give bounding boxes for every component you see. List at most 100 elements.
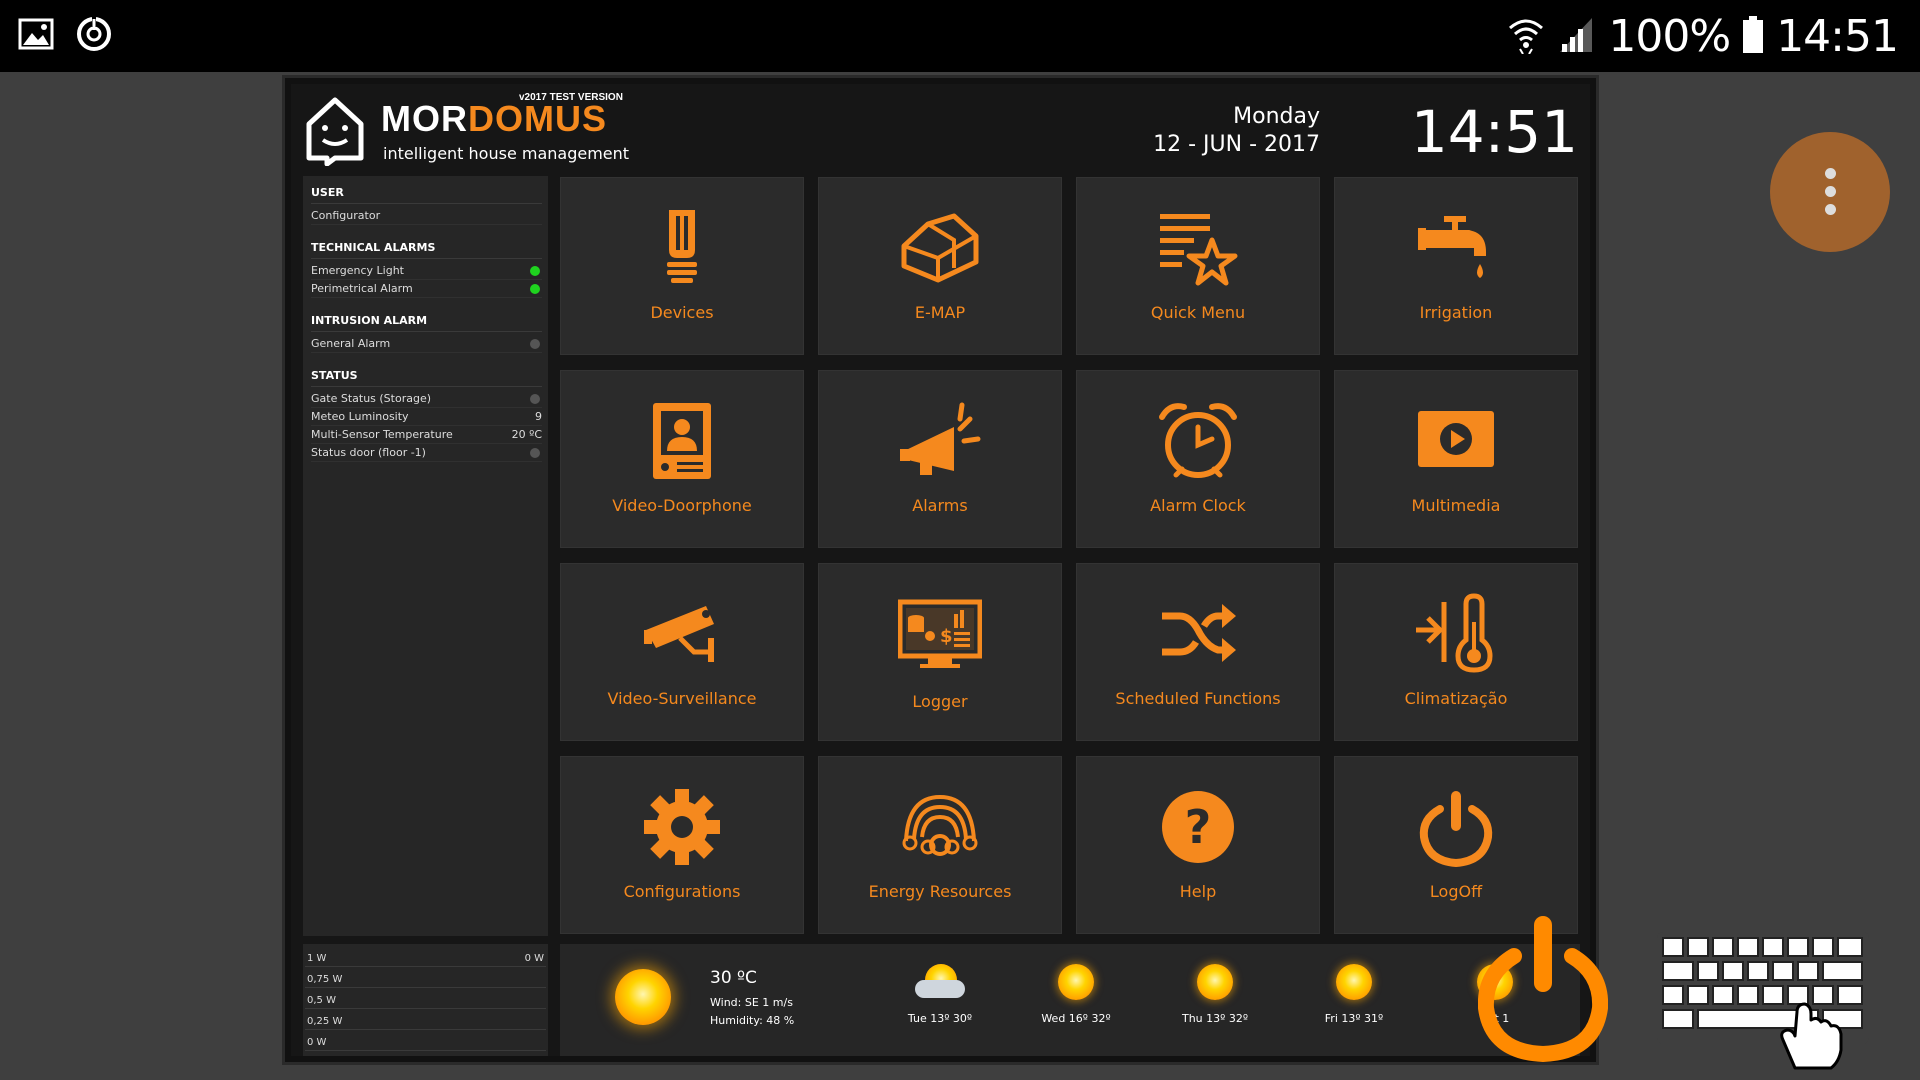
forecast-label: Thu 13º 32º — [1181, 1012, 1249, 1025]
tile-label: Quick Menu — [1150, 303, 1246, 322]
user-section: USER Configurator — [311, 186, 542, 225]
intrusion-alarm-section: INTRUSION ALARM General Alarm — [311, 314, 542, 353]
tile-alarm-clock[interactable]: Alarm Clock — [1076, 370, 1320, 548]
app-header: v2017 TEST VERSION MORDOMUS intelligent … — [291, 84, 1590, 172]
sync-icon — [74, 14, 114, 58]
forecast-day: Wed 16º 32º — [1031, 964, 1121, 1025]
logger-monitor-icon: $ — [898, 592, 982, 676]
app-tagline: intelligent house management — [383, 144, 630, 163]
forecast-label: Tue 13º 30º — [907, 1012, 973, 1025]
wifi-icon — [1508, 14, 1544, 58]
status-row[interactable]: Gate Status (Storage) — [311, 390, 542, 408]
user-name: Configurator — [311, 209, 381, 222]
gear-icon — [640, 785, 724, 869]
power-overlay-button[interactable] — [1477, 912, 1609, 1063]
sun-icon — [615, 969, 671, 1025]
tile-label: Help — [1179, 882, 1217, 901]
power-scale-label: 0 W — [307, 1037, 327, 1048]
humidity-info: Humidity: 48 % — [710, 1014, 795, 1027]
dot-icon — [1825, 186, 1836, 197]
keyboard-toggle-button[interactable] — [1655, 928, 1870, 1070]
power-scale-row: 1 W 0 W — [305, 946, 546, 967]
power-scale-row: 0,25 W — [305, 1009, 546, 1030]
tile-energy-resources[interactable]: Energy Resources — [818, 756, 1062, 934]
gallery-icon — [18, 18, 54, 54]
power-current-value: 0 W — [524, 953, 544, 964]
section-heading: USER — [311, 186, 542, 204]
forecast-label: Wed 16º 32º — [1041, 1012, 1111, 1025]
tile-climatizacao[interactable]: Climatização — [1334, 563, 1578, 741]
alarm-row[interactable]: Perimetrical Alarm — [311, 280, 542, 298]
house-map-icon — [898, 206, 982, 290]
status-indicator-green — [530, 283, 540, 294]
section-heading: TECHNICAL ALARMS — [311, 241, 542, 259]
more-options-button[interactable] — [1770, 132, 1890, 252]
forecast-day: Tue 13º 30º — [895, 964, 985, 1025]
tile-help[interactable]: ? Help — [1076, 756, 1320, 934]
tile-label: LogOff — [1429, 882, 1483, 901]
shuffle-icon — [1156, 592, 1240, 676]
power-icon — [1477, 916, 1609, 1063]
power-icon — [1414, 785, 1498, 869]
status-row[interactable]: Status door (floor -1) — [311, 444, 542, 462]
thermometer-icon — [1414, 592, 1498, 676]
android-status-bar: 100% 14:51 — [0, 0, 1920, 72]
alarm-row[interactable]: Emergency Light — [311, 262, 542, 280]
app-content: v2017 TEST VERSION MORDOMUS intelligent … — [291, 84, 1590, 1056]
alarm-row[interactable]: General Alarm — [311, 335, 542, 353]
power-scale-label: 0,25 W — [307, 1016, 343, 1027]
tile-irrigation[interactable]: Irrigation — [1334, 177, 1578, 355]
tile-video-surveillance[interactable]: Video-Surveillance — [560, 563, 804, 741]
main-menu-grid: Devices E-MAP Quick Menu Irrigation Vide… — [560, 177, 1580, 937]
keyboard-icon — [1657, 932, 1869, 1070]
sun-icon — [1336, 964, 1372, 1000]
tile-label: Video-Surveillance — [607, 689, 757, 708]
tile-devices[interactable]: Devices — [560, 177, 804, 355]
status-indicator-grey — [530, 393, 540, 404]
technical-alarms-section: TECHNICAL ALARMS Emergency Light Perimet… — [311, 241, 542, 298]
status-panel: USER Configurator TECHNICAL ALARMS Emerg… — [303, 176, 548, 936]
tile-quick-menu[interactable]: Quick Menu — [1076, 177, 1320, 355]
status-section: STATUS Gate Status (Storage) Meteo Lumin… — [311, 369, 542, 462]
status-row[interactable]: Multi-Sensor Temperature 20 ºC — [311, 426, 542, 444]
power-scale-label: 0,5 W — [307, 995, 336, 1006]
alarm-label: Perimetrical Alarm — [311, 282, 413, 295]
faucet-icon — [1414, 206, 1498, 290]
megaphone-icon — [898, 399, 982, 483]
status-label: Gate Status (Storage) — [311, 392, 432, 405]
tile-configurations[interactable]: Configurations — [560, 756, 804, 934]
wind-info: Wind: SE 1 m/s — [710, 996, 793, 1009]
tile-logoff[interactable]: LogOff — [1334, 756, 1578, 934]
tile-label: Irrigation — [1419, 303, 1493, 322]
dot-icon — [1825, 168, 1836, 179]
forecast-label: Fri 13º 31º — [1324, 1012, 1384, 1025]
battery-percent: 100% — [1608, 10, 1731, 62]
tile-logger[interactable]: $ Logger — [818, 563, 1062, 741]
forecast-day: Thu 13º 32º — [1170, 964, 1260, 1025]
status-value: 20 ºC — [511, 428, 542, 441]
tile-multimedia[interactable]: Multimedia — [1334, 370, 1578, 548]
status-row[interactable]: Meteo Luminosity 9 — [311, 408, 542, 426]
tile-label: Devices — [650, 303, 714, 322]
tile-label: Scheduled Functions — [1115, 689, 1281, 708]
svg-text:$: $ — [940, 626, 953, 647]
power-scale-row: 0,75 W — [305, 967, 546, 988]
tile-scheduled-functions[interactable]: Scheduled Functions — [1076, 563, 1320, 741]
forecast-day: Fri 13º 31º — [1309, 964, 1399, 1025]
date: 12 - JUN - 2017 — [1153, 132, 1320, 157]
tile-label: Multimedia — [1411, 496, 1501, 515]
tile-label: Alarms — [912, 496, 968, 515]
doorphone-icon — [640, 399, 724, 483]
energy-icon — [898, 785, 982, 869]
tile-alarms[interactable]: Alarms — [818, 370, 1062, 548]
tile-e-map[interactable]: E-MAP — [818, 177, 1062, 355]
alarm-label: General Alarm — [311, 337, 391, 350]
status-value: 9 — [535, 410, 542, 423]
signal-icon — [1556, 14, 1596, 58]
svg-text:?: ? — [1185, 800, 1212, 854]
status-time: 14:51 — [1776, 10, 1899, 62]
mordomus-window: v2017 TEST VERSION MORDOMUS intelligent … — [282, 75, 1599, 1065]
lamp-icon — [640, 206, 724, 290]
tile-video-doorphone[interactable]: Video-Doorphone — [560, 370, 804, 548]
power-scale-label: 1 W — [307, 953, 327, 964]
